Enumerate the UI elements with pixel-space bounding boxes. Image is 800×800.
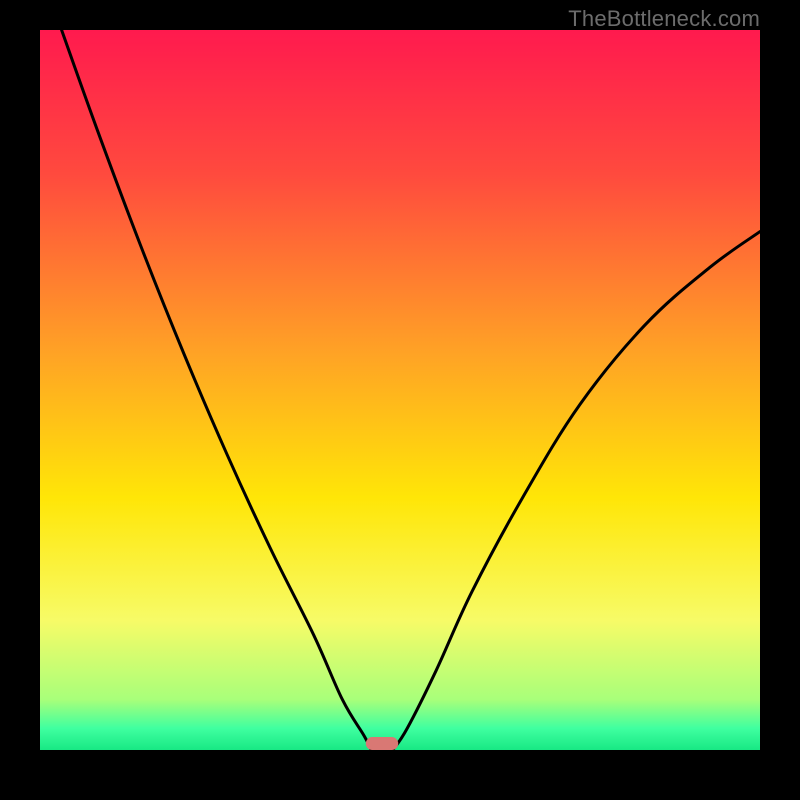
watermark-text: TheBottleneck.com <box>568 6 760 32</box>
plot-area <box>40 30 760 750</box>
bottom-marker <box>366 737 398 750</box>
curve-right-curve <box>393 232 760 750</box>
chart-svg <box>40 30 760 750</box>
curve-left-curve <box>62 30 372 750</box>
chart-frame: TheBottleneck.com <box>0 0 800 800</box>
